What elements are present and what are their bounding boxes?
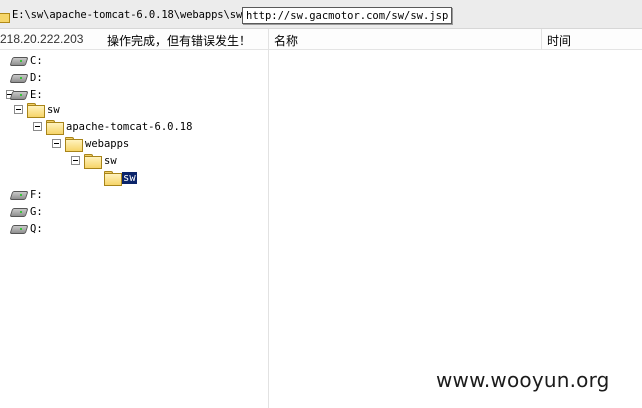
tree-node-sw[interactable]: sw [14,101,60,118]
tree-node-apache-tomcat[interactable]: apache-tomcat-6.0.18 [33,118,192,135]
tree-node-drive-c[interactable]: C: [10,52,43,69]
tree-node-webapps[interactable]: webapps [52,135,129,152]
tree-node-label: C: [30,54,43,67]
drive-icon [10,56,26,65]
folder-open-icon [84,154,102,169]
tree-node-label: apache-tomcat-6.0.18 [66,120,193,133]
tree-node-drive-d[interactable]: D: [10,69,43,86]
path-text: E:\sw\apache-tomcat-6.0.18\webapps\sw\ [12,9,249,21]
drive-icon [10,190,26,199]
drive-icon [10,207,26,216]
url-text: http://sw.gacmotor.com/sw/sw.jsp [246,9,449,22]
collapse-toggle[interactable] [14,105,23,114]
watermark: www.wooyun.org [436,368,610,392]
collapse-toggle[interactable] [33,122,42,131]
status-message: 操作完成，但有错误发生！ [107,34,252,48]
pane-divider[interactable] [268,29,269,408]
tree-node-sw-webapps[interactable]: sw [71,152,117,169]
column-divider[interactable] [541,29,542,50]
tree-node-label: G: [30,205,43,218]
folder-open-icon [27,103,45,118]
path-bar[interactable]: E:\sw\apache-tomcat-6.0.18\webapps\sw\ [0,6,249,24]
tree-node-drive-g[interactable]: G: [10,203,43,220]
folder-open-icon [104,171,122,186]
collapse-toggle[interactable] [71,156,80,165]
tree-node-label: sw [122,171,137,184]
tree-node-label: sw [47,103,60,116]
drive-icon [10,90,26,99]
collapse-toggle[interactable] [52,139,61,148]
drive-icon [10,73,26,82]
tree-node-label: Q: [30,222,43,235]
drive-icon [10,224,26,233]
list-header: 218.20.222.203 操作完成，但有错误发生！ 名称 时间 [0,29,642,50]
folder-icon [0,10,10,23]
tree-node-label: E: [30,88,43,101]
toolbar: E:\sw\apache-tomcat-6.0.18\webapps\sw\ h… [0,0,642,29]
folder-open-icon [46,120,64,135]
tree-node-label: F: [30,188,43,201]
server-ip: 218.20.222.203 [0,32,84,46]
column-header-time[interactable]: 时间 [547,32,571,49]
folder-open-icon [65,137,83,152]
column-header-name[interactable]: 名称 [274,32,298,49]
url-input[interactable]: http://sw.gacmotor.com/sw/sw.jsp [242,7,453,24]
tree-node-label: D: [30,71,43,84]
tree-node-drive-f[interactable]: F: [10,186,43,203]
tree-node-label: sw [104,154,117,167]
tree-node-sw-selected[interactable]: sw [104,169,137,186]
directory-tree: C: D: E: sw apache-tomcat-6.0.18 webapps… [0,50,268,408]
tree-node-label: webapps [85,137,130,150]
tree-node-drive-q[interactable]: Q: [10,220,43,237]
